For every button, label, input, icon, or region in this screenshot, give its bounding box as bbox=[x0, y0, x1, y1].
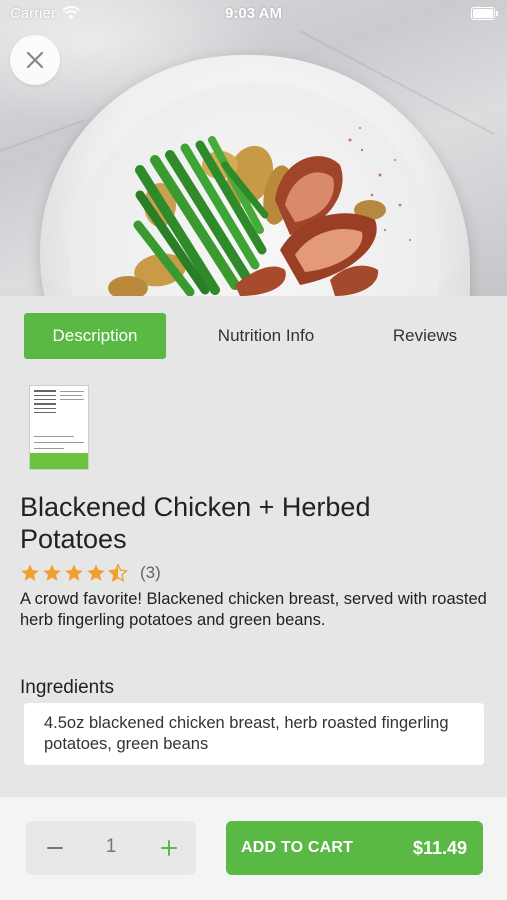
close-button[interactable] bbox=[10, 35, 60, 85]
ingredients-text: 4.5oz blackened chicken breast, herb roa… bbox=[24, 703, 484, 765]
add-to-cart-label: ADD TO CART bbox=[241, 839, 354, 856]
star-rating[interactable]: (3) bbox=[20, 561, 161, 585]
product-description: A crowd favorite! Blackened chicken brea… bbox=[20, 590, 487, 629]
status-bar: Carrier 9:03 AM bbox=[0, 0, 507, 28]
tab-description[interactable]: Description bbox=[24, 313, 166, 359]
add-to-cart-button[interactable]: ADD TO CART $11.49 bbox=[226, 821, 483, 875]
quantity-value: 1 bbox=[105, 836, 117, 857]
minus-icon bbox=[47, 847, 63, 849]
star-icon bbox=[65, 564, 83, 581]
tab-bar: Description Nutrition Info Reviews bbox=[24, 313, 484, 359]
star-icon bbox=[43, 564, 61, 581]
star-icon bbox=[21, 564, 39, 581]
battery-icon bbox=[471, 7, 498, 20]
cart-bar: 1 ADD TO CART $11.49 bbox=[0, 797, 507, 900]
nutrition-label-thumbnail[interactable] bbox=[29, 385, 89, 470]
product-hero-image: Carrier 9:03 AM bbox=[0, 0, 507, 296]
decrement-button[interactable] bbox=[36, 829, 74, 867]
tab-nutrition-info[interactable]: Nutrition Info bbox=[194, 313, 338, 359]
review-count: (3) bbox=[140, 563, 161, 582]
food-illustration bbox=[108, 127, 411, 296]
plus-icon bbox=[161, 840, 177, 856]
status-time: 9:03 AM bbox=[225, 5, 282, 22]
tab-reviews[interactable]: Reviews bbox=[364, 313, 486, 359]
ingredients-heading: Ingredients bbox=[20, 677, 115, 698]
product-title: Blackened Chicken + Herbed Potatoes bbox=[20, 492, 371, 554]
close-icon bbox=[26, 51, 44, 69]
increment-button[interactable] bbox=[150, 829, 188, 867]
price-label: $11.49 bbox=[412, 838, 467, 858]
star-half-icon bbox=[108, 563, 128, 582]
star-icon bbox=[87, 564, 105, 581]
quantity-stepper: 1 bbox=[26, 821, 196, 875]
